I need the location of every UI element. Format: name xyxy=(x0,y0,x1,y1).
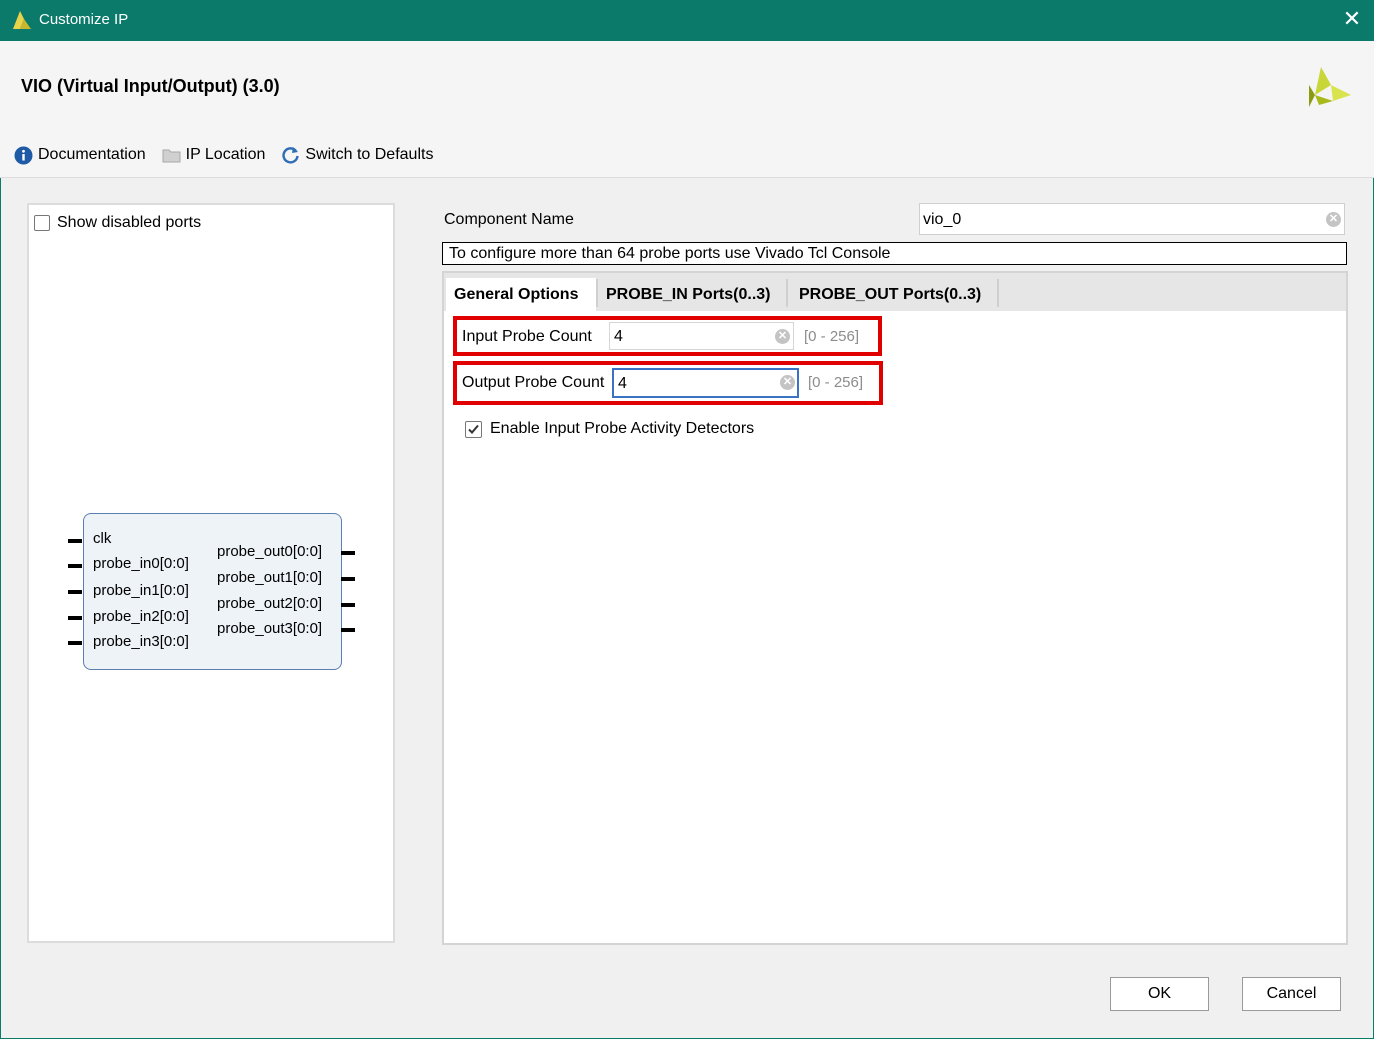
tab-probe-out-ports[interactable]: PROBE_OUT Ports(0..3) xyxy=(791,278,997,311)
port-probe-in1: probe_in1[0:0] xyxy=(93,582,189,599)
output-probe-count-value: 4 xyxy=(618,375,627,392)
tab-general-options[interactable]: General Options xyxy=(446,278,596,311)
pin-probe-out3 xyxy=(341,628,355,632)
dialog-header: VIO (Virtual Input/Output) (3.0) Documen… xyxy=(0,41,1374,178)
ip-location-button[interactable]: IP Location xyxy=(162,146,266,164)
input-probe-count-value: 4 xyxy=(614,328,623,345)
port-probe-out1: probe_out1[0:0] xyxy=(217,569,323,586)
documentation-button[interactable]: Documentation xyxy=(14,146,146,165)
switch-defaults-label: Switch to Defaults xyxy=(305,146,434,163)
input-probe-count-field[interactable]: 4 ✕ xyxy=(609,322,794,350)
show-disabled-ports-label: Show disabled ports xyxy=(57,214,202,231)
ip-title: VIO (Virtual Input/Output) (3.0) xyxy=(21,76,280,96)
title-bar: Customize IP ✕ xyxy=(0,0,1374,41)
output-probe-count-range: [0 - 256] xyxy=(808,374,864,391)
tab-separator xyxy=(997,279,999,307)
pin-probe-out0 xyxy=(341,551,355,555)
tab-bar: General Options PROBE_IN Ports(0..3) PRO… xyxy=(444,273,1346,311)
info-icon xyxy=(14,146,33,164)
symbol-panel: Show disabled ports clk probe_in0[0:0] p… xyxy=(27,203,395,943)
port-probe-out3: probe_out3[0:0] xyxy=(217,620,323,637)
output-probe-count-highlight: Output Probe Count 4 ✕ [0 - 256] xyxy=(453,361,883,405)
component-name-input[interactable]: vio_0 ✕ xyxy=(919,203,1345,235)
folder-icon xyxy=(162,149,181,163)
enable-activity-detectors-label: Enable Input Probe Activity Detectors xyxy=(490,420,755,437)
pin-probe-in2 xyxy=(68,616,82,620)
pin-probe-out2 xyxy=(341,603,355,607)
pin-probe-out1 xyxy=(341,577,355,581)
checkbox-box[interactable] xyxy=(465,420,482,438)
switch-defaults-button[interactable]: Switch to Defaults xyxy=(281,146,433,165)
tcl-console-note: To configure more than 64 probe ports us… xyxy=(442,242,1347,265)
port-probe-in3: probe_in3[0:0] xyxy=(93,633,189,650)
input-probe-count-label: Input Probe Count xyxy=(462,328,592,345)
port-clk: clk xyxy=(93,530,112,547)
documentation-label: Documentation xyxy=(38,146,146,163)
tab-separator xyxy=(786,279,788,307)
show-disabled-ports-checkbox[interactable]: Show disabled ports xyxy=(34,214,201,232)
component-name-value: vio_0 xyxy=(923,211,962,228)
input-probe-count-highlight: Input Probe Count 4 ✕ [0 - 256] xyxy=(453,316,882,356)
toolbar: Documentation IP Location Switch to Defa… xyxy=(14,143,449,167)
clear-icon[interactable]: ✕ xyxy=(1326,212,1341,227)
window-title: Customize IP xyxy=(39,11,129,28)
tab-probe-in-ports[interactable]: PROBE_IN Ports(0..3) xyxy=(598,278,786,311)
port-probe-in0: probe_in0[0:0] xyxy=(93,555,189,572)
port-probe-out2: probe_out2[0:0] xyxy=(217,595,323,612)
cancel-button[interactable]: Cancel xyxy=(1242,977,1341,1011)
pin-probe-in1 xyxy=(68,590,82,594)
port-probe-in2: probe_in2[0:0] xyxy=(93,608,189,625)
vio-block-symbol: clk probe_in0[0:0] probe_in1[0:0] probe_… xyxy=(83,513,342,670)
pin-probe-in3 xyxy=(68,641,82,645)
clear-icon[interactable]: ✕ xyxy=(780,375,795,390)
checkbox-box[interactable] xyxy=(34,215,50,231)
app-logo-icon xyxy=(13,11,31,29)
ok-button[interactable]: OK xyxy=(1110,977,1209,1011)
pin-probe-in0 xyxy=(68,564,82,568)
port-probe-out0: probe_out0[0:0] xyxy=(217,543,323,560)
output-probe-count-label: Output Probe Count xyxy=(462,374,605,391)
enable-activity-detectors-checkbox[interactable]: Enable Input Probe Activity Detectors xyxy=(465,420,754,438)
close-icon[interactable]: ✕ xyxy=(1340,6,1364,34)
checkmark-icon xyxy=(468,424,479,434)
clear-icon[interactable]: ✕ xyxy=(775,329,790,344)
refresh-icon xyxy=(282,146,300,164)
component-name-label: Component Name xyxy=(444,211,574,228)
input-probe-count-range: [0 - 256] xyxy=(804,328,860,345)
output-probe-count-field[interactable]: 4 ✕ xyxy=(612,368,799,398)
pin-clk xyxy=(68,539,82,543)
ip-location-label: IP Location xyxy=(185,146,266,163)
xilinx-logo-icon xyxy=(1309,67,1351,107)
